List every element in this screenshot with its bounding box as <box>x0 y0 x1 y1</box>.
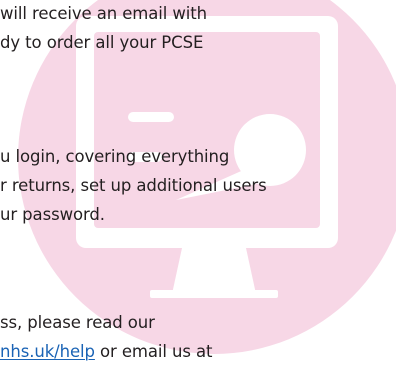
document-page: will receive an email with dy to order a… <box>0 0 396 380</box>
para1-line2: dy to order all your PCSE <box>0 33 204 52</box>
para1-line1: will receive an email with <box>0 4 208 23</box>
para2-line1: u login, covering everything <box>0 147 230 166</box>
para2-line3: ur password. <box>0 205 105 224</box>
para2-line2: r returns, set up additional users <box>0 176 267 195</box>
para3-line2-rest: or email us at <box>94 342 213 361</box>
para3-line2: nhs.uk/help or email us at <box>0 342 213 362</box>
help-link[interactable]: nhs.uk/help <box>0 342 95 361</box>
text-layer: will receive an email with dy to order a… <box>0 0 396 380</box>
para3-line1: ss, please read our <box>0 313 155 332</box>
